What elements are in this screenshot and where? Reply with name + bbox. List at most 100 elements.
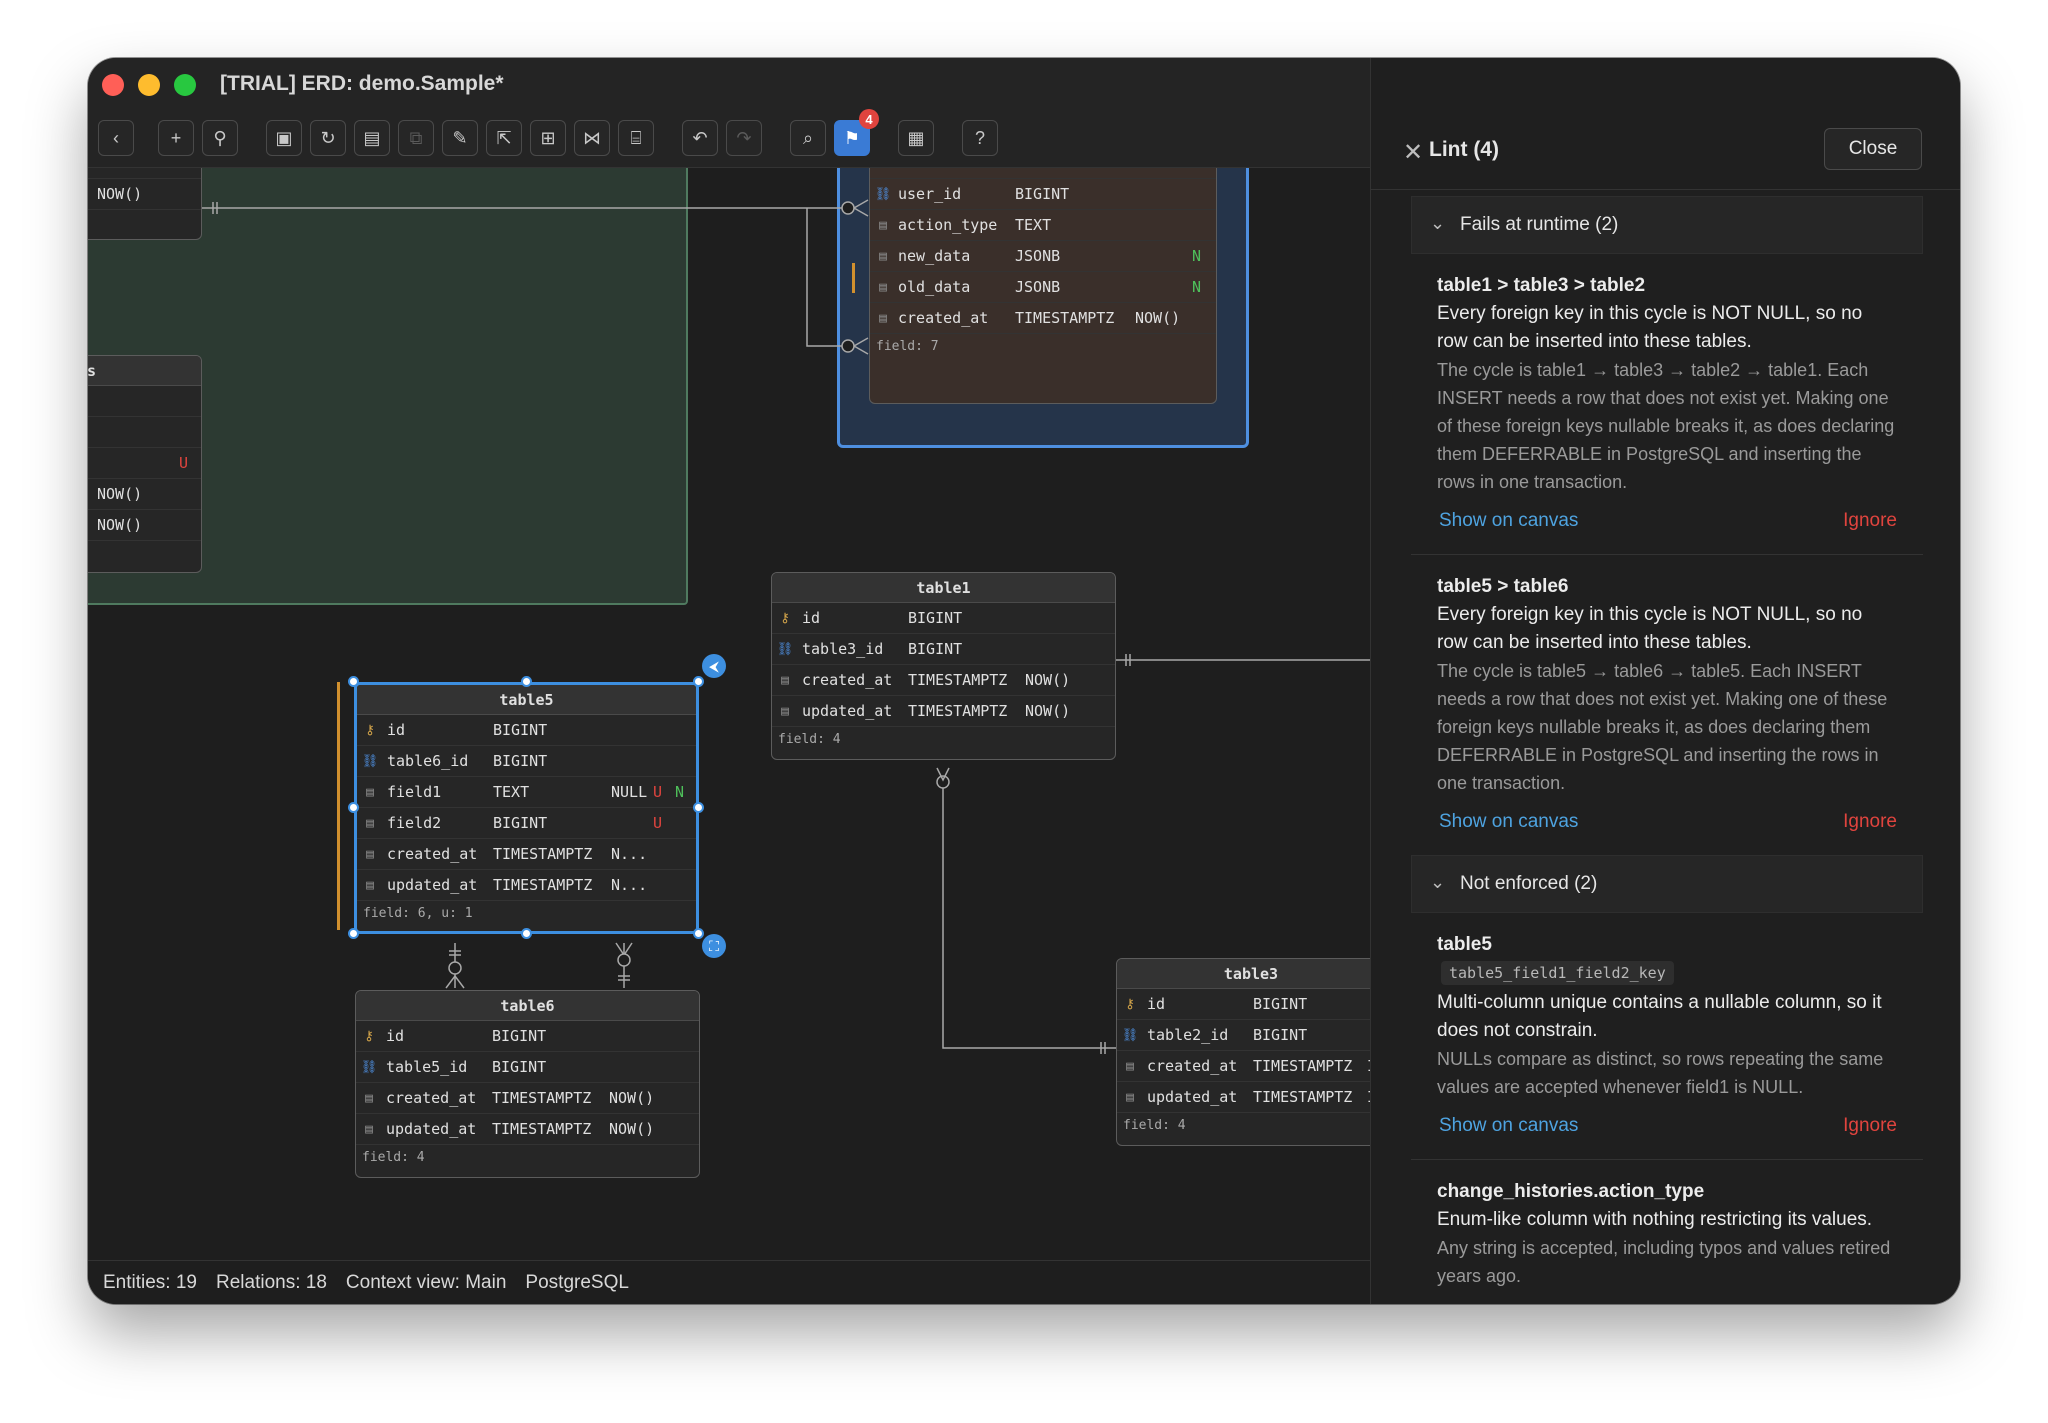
collapse-icon[interactable]: ⮜: [702, 654, 726, 678]
column-type: BIGINT: [1253, 995, 1308, 1013]
entity-row[interactable]: ⛓ table3_id BIGINT: [772, 634, 1115, 665]
save-button[interactable]: ▣: [266, 120, 302, 156]
entity-row[interactable]: ▤ created_at TIMESTAMPTZ NOW(): [356, 1083, 699, 1114]
refresh-button[interactable]: ↻: [310, 120, 346, 156]
column-icon: ▤: [781, 704, 789, 719]
resize-handle[interactable]: [693, 802, 704, 813]
nullable-flag: N: [1192, 278, 1202, 296]
entity-row[interactable]: ⛓ table5_id BIGINT: [356, 1052, 699, 1083]
export-button[interactable]: ⇱: [486, 120, 522, 156]
entity-row[interactable]: [88, 386, 201, 417]
resize-handle[interactable]: [348, 802, 359, 813]
redo-button[interactable]: ↷: [726, 120, 762, 156]
entity-row[interactable]: ⚷ id BIGINT: [357, 715, 696, 746]
show-on-canvas-link[interactable]: Show on canvas: [1439, 1115, 1578, 1137]
entity-row[interactable]: ▤ updated_at TIMESTAMPTZ NOW(): [772, 696, 1115, 727]
ignore-link[interactable]: Ignore: [1843, 811, 1897, 833]
close-icon[interactable]: ✕: [1403, 138, 1423, 167]
entity-name: table6: [500, 997, 555, 1015]
close-window-button[interactable]: [102, 74, 124, 96]
entity-row[interactable]: ▤ updated_at TIMESTAMPTZ NOW(): [356, 1114, 699, 1145]
erd-canvas[interactable]: NOW() s U NOW() NOW() ⛓: [88, 168, 1370, 1260]
minimize-window-button[interactable]: [138, 74, 160, 96]
resize-handle[interactable]: [693, 676, 704, 687]
zoom-window-button[interactable]: [174, 74, 196, 96]
entity-partial-top[interactable]: NOW(): [88, 168, 202, 240]
column-icon: ▤: [879, 218, 887, 233]
share-button[interactable]: ⋈: [574, 120, 610, 156]
column-type: TEXT: [1015, 216, 1052, 234]
primary-key-icon: ⚷: [1125, 997, 1135, 1012]
foreign-key-icon: ⛓: [360, 1060, 378, 1075]
entity-row[interactable]: [870, 168, 1216, 179]
entity-table6[interactable]: table6 ⚷ id BIGINT ⛓ table5_id BIGINT ▤ …: [355, 990, 700, 1178]
lint-panel-body[interactable]: ⌄ Fails at runtime (2) table1 > table3 >…: [1411, 196, 1923, 1304]
entity-row[interactable]: ⚷ id BIGINT: [356, 1021, 699, 1052]
lint-group-fails-at-runtime[interactable]: ⌄ Fails at runtime (2): [1411, 196, 1923, 254]
entity-row[interactable]: [88, 168, 201, 179]
entity-row[interactable]: ⚷ id BIGINT: [772, 603, 1115, 634]
entity-row[interactable]: ▤ updated_at TIMESTAMPTZ N...: [357, 870, 696, 901]
back-button[interactable]: ‹: [98, 120, 134, 156]
help-button[interactable]: ?: [962, 120, 998, 156]
entity-row[interactable]: ▤ created_at TIMESTAMPTZ NOW(): [870, 303, 1216, 334]
grid-button[interactable]: ⊞: [530, 120, 566, 156]
add-relation-button[interactable]: ⚲: [202, 120, 238, 156]
close-lint-button[interactable]: Close: [1824, 128, 1922, 170]
copy-button[interactable]: ⧉: [398, 120, 434, 156]
resize-handle[interactable]: [521, 676, 532, 687]
context-view[interactable]: Context view: Main: [346, 1272, 507, 1294]
entity-partial-mid[interactable]: s U NOW() NOW(): [88, 355, 202, 573]
entity-row[interactable]: ▤ created_at TIMESTAMPTZ NOW(): [772, 665, 1115, 696]
expand-icon[interactable]: ⛶: [702, 934, 726, 958]
search-button[interactable]: ⌕: [790, 120, 826, 156]
entity-row[interactable]: U: [88, 448, 201, 479]
column-name: id: [1147, 995, 1166, 1013]
entity-row[interactable]: ▤ created_at TIMESTAMPTZ N...: [357, 839, 696, 870]
show-on-canvas-link[interactable]: Show on canvas: [1439, 811, 1578, 833]
document-button[interactable]: ▦: [898, 120, 934, 156]
column-icon: ▤: [365, 1091, 373, 1106]
issue-detail: The cycle is table1 → table3 → table2 → …: [1437, 360, 1895, 492]
column-name: created_at: [386, 1089, 477, 1107]
entity-row[interactable]: ⛓ table6_id BIGINT: [357, 746, 696, 777]
entity-row[interactable]: ▤ old_data JSONB N: [870, 272, 1216, 303]
column-default: NOW(): [97, 516, 143, 534]
entity-row[interactable]: ⛓ table2_id BIGINT: [1117, 1020, 1370, 1051]
lint-button[interactable]: ⚑ 4: [834, 109, 879, 156]
resize-handle[interactable]: [348, 928, 359, 939]
open-folder-button[interactable]: ⌸: [618, 120, 654, 156]
entity-row[interactable]: ▤ field1 TEXT NULL U N: [357, 777, 696, 808]
edit-button[interactable]: ✎: [442, 120, 478, 156]
table-view-button[interactable]: ▤: [354, 120, 390, 156]
undo-button[interactable]: ↶: [682, 120, 718, 156]
entity-row[interactable]: NOW(): [88, 510, 201, 541]
entity-table5[interactable]: table5 ⚷ id BIGINT ⛓ table6_id BIGINT ▤ …: [354, 682, 699, 934]
entity-row[interactable]: ⚷ id BIGINT: [1117, 989, 1370, 1020]
ignore-link[interactable]: Ignore: [1843, 1115, 1897, 1137]
ignore-link[interactable]: Ignore: [1843, 510, 1897, 532]
entity-table1[interactable]: table1 ⚷ id BIGINT ⛓ table3_id BIGINT ▤ …: [771, 572, 1116, 760]
entity-row[interactable]: ▤ new_data JSONB N: [870, 241, 1216, 272]
entity-table3[interactable]: table3 ⚷ id BIGINT ⛓ table2_id BIGINT ▤ …: [1116, 958, 1370, 1146]
entity-row[interactable]: ▤ updated_at TIMESTAMPTZ I: [1117, 1082, 1370, 1113]
entity-row[interactable]: ▤ field2 BIGINT U: [357, 808, 696, 839]
column-type: JSONB: [1015, 247, 1061, 265]
entity-row[interactable]: NOW(): [88, 479, 201, 510]
database-dialect[interactable]: PostgreSQL: [525, 1272, 629, 1294]
show-on-canvas-link[interactable]: Show on canvas: [1439, 510, 1578, 532]
resize-handle[interactable]: [693, 928, 704, 939]
entity-row[interactable]: ▤ action_type TEXT: [870, 210, 1216, 241]
resize-handle[interactable]: [348, 676, 359, 687]
entity-row[interactable]: NOW(): [88, 179, 201, 210]
resize-handle[interactable]: [521, 928, 532, 939]
entity-row[interactable]: ▤ created_at TIMESTAMPTZ I: [1117, 1051, 1370, 1082]
entity-change-histories[interactable]: ⛓ user_id BIGINT ▤ action_type TEXT ▤ ne…: [869, 168, 1217, 404]
lint-group-not-enforced[interactable]: ⌄ Not enforced (2): [1411, 855, 1923, 913]
column-default: N...: [611, 845, 648, 863]
entity-row[interactable]: ⛓ user_id BIGINT: [870, 179, 1216, 210]
entity-row[interactable]: [88, 417, 201, 448]
entity-name: table5: [499, 691, 554, 709]
issue-summary: Enum-like column with nothing restrictin…: [1437, 1209, 1873, 1230]
add-entity-button[interactable]: +: [158, 120, 194, 156]
